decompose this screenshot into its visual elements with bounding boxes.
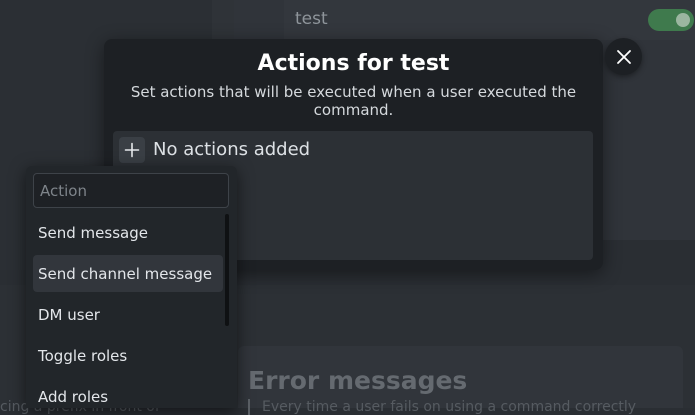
command-name: test bbox=[295, 9, 328, 29]
modal-title: Actions for test bbox=[257, 51, 450, 76]
close-icon bbox=[616, 49, 631, 64]
action-option-toggle-roles[interactable]: Toggle roles bbox=[33, 337, 223, 374]
action-option-add-roles[interactable]: Add roles bbox=[33, 378, 223, 408]
close-modal-button[interactable] bbox=[605, 38, 642, 75]
command-enabled-toggle[interactable] bbox=[648, 9, 694, 31]
dropdown-scrollbar[interactable] bbox=[225, 214, 229, 326]
action-search-input[interactable] bbox=[33, 173, 229, 208]
empty-actions-text: No actions added bbox=[153, 139, 311, 160]
plus-icon bbox=[124, 142, 140, 158]
action-option-dm-user[interactable]: DM user bbox=[33, 296, 223, 333]
action-option-send-channel-message[interactable]: Send channel message bbox=[33, 255, 223, 292]
action-dropdown: Send message Send channel message DM use… bbox=[26, 166, 237, 408]
error-messages-description: Every time a user fails on using a comma… bbox=[248, 399, 636, 415]
command-row bbox=[284, 0, 695, 40]
error-messages-title: Error messages bbox=[248, 366, 468, 395]
modal-description: Set actions that will be executed when a… bbox=[130, 83, 577, 119]
action-option-send-message[interactable]: Send message bbox=[33, 214, 223, 251]
add-action-button[interactable] bbox=[119, 137, 145, 163]
action-options-list: Send message Send channel message DM use… bbox=[33, 214, 223, 408]
